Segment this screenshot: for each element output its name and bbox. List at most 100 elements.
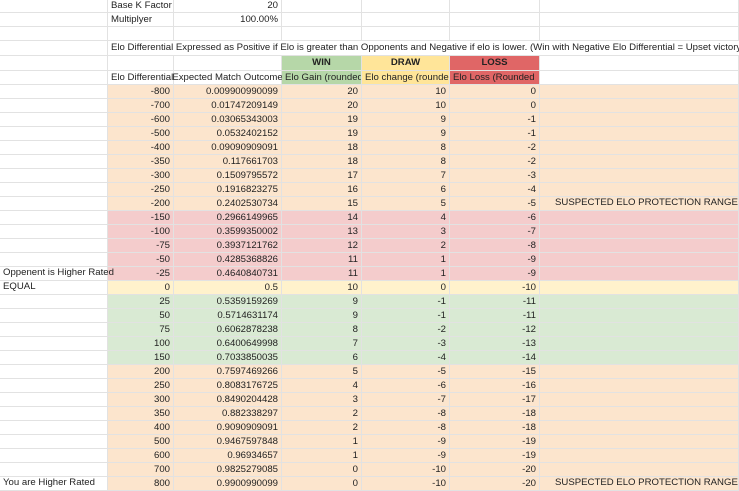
elo-gain-cell[interactable]: 1	[282, 435, 362, 449]
column-header-elo-change[interactable]: Elo change (rounded	[362, 71, 450, 85]
expected-outcome-cell[interactable]: 0.9090909091	[174, 421, 282, 435]
elo-change-cell[interactable]: -7	[362, 393, 450, 407]
elo-gain-cell[interactable]: 1	[282, 449, 362, 463]
elo-differential-cell[interactable]: 0	[108, 281, 174, 295]
cell[interactable]	[540, 309, 739, 323]
cell[interactable]	[282, 13, 362, 27]
column-header-elo-loss[interactable]: Elo Loss (Rounded	[450, 71, 540, 85]
elo-change-cell[interactable]: 8	[362, 155, 450, 169]
cell[interactable]	[540, 127, 739, 141]
cell[interactable]	[0, 183, 108, 197]
elo-gain-cell[interactable]: 18	[282, 141, 362, 155]
elo-loss-cell[interactable]: -14	[450, 351, 540, 365]
cell[interactable]	[540, 239, 739, 253]
expected-outcome-cell[interactable]: 0.9467597848	[174, 435, 282, 449]
column-header-elo-differential[interactable]: Elo Differential	[108, 71, 174, 85]
expected-outcome-cell[interactable]: 0.4640840731	[174, 267, 282, 281]
elo-gain-cell[interactable]: 12	[282, 239, 362, 253]
cell[interactable]	[540, 169, 739, 183]
elo-loss-cell[interactable]: -8	[450, 239, 540, 253]
expected-outcome-cell[interactable]: 0.2966149965	[174, 211, 282, 225]
elo-gain-cell[interactable]: 4	[282, 379, 362, 393]
column-header-expected-outcome[interactable]: Expected Match Outcome	[172, 71, 283, 85]
cell[interactable]	[0, 169, 108, 183]
elo-gain-cell[interactable]: 13	[282, 225, 362, 239]
elo-change-cell[interactable]: 6	[362, 183, 450, 197]
elo-gain-cell[interactable]: 8	[282, 323, 362, 337]
cell[interactable]	[540, 267, 739, 281]
expected-outcome-cell[interactable]: 0.9825279085	[174, 463, 282, 477]
win-header[interactable]: WIN	[282, 56, 362, 71]
elo-differential-cell[interactable]: 150	[108, 351, 174, 365]
cell[interactable]	[540, 435, 739, 449]
elo-gain-cell[interactable]: 10	[282, 281, 362, 295]
elo-change-cell[interactable]: 2	[362, 239, 450, 253]
elo-change-cell[interactable]: 7	[362, 169, 450, 183]
elo-change-cell[interactable]: -3	[362, 337, 450, 351]
elo-change-cell[interactable]: 9	[362, 127, 450, 141]
expected-outcome-cell[interactable]: 0.117661703	[174, 155, 282, 169]
cell[interactable]	[0, 435, 108, 449]
cell[interactable]	[0, 85, 108, 99]
elo-differential-cell[interactable]: 700	[108, 463, 174, 477]
cell[interactable]	[0, 281, 108, 295]
elo-change-cell[interactable]: 8	[362, 141, 450, 155]
elo-gain-cell[interactable]: 19	[282, 127, 362, 141]
elo-differential-cell[interactable]: -350	[108, 155, 174, 169]
cell[interactable]	[0, 0, 108, 13]
expected-outcome-cell[interactable]: 0.6062878238	[174, 323, 282, 337]
elo-change-cell[interactable]: 4	[362, 211, 450, 225]
cell[interactable]	[0, 421, 108, 435]
cell[interactable]	[540, 351, 739, 365]
expected-outcome-cell[interactable]: 0.03065343003	[174, 113, 282, 127]
cell[interactable]	[0, 99, 108, 113]
cell[interactable]	[0, 351, 108, 365]
elo-loss-cell[interactable]: -1	[450, 113, 540, 127]
elo-differential-cell[interactable]: 500	[108, 435, 174, 449]
elo-change-cell[interactable]: -8	[362, 421, 450, 435]
elo-differential-cell[interactable]: -700	[108, 99, 174, 113]
elo-change-cell[interactable]: -1	[362, 295, 450, 309]
elo-gain-cell[interactable]: 2	[282, 421, 362, 435]
column-header-elo-gain[interactable]: Elo Gain (rounded)	[282, 71, 362, 85]
cell[interactable]	[0, 197, 108, 211]
elo-differential-cell[interactable]: 25	[108, 295, 174, 309]
elo-differential-cell[interactable]: -300	[108, 169, 174, 183]
elo-change-cell[interactable]: 1	[362, 267, 450, 281]
cell[interactable]	[540, 225, 739, 239]
cell[interactable]	[0, 295, 108, 309]
elo-change-cell[interactable]: 10	[362, 99, 450, 113]
cell[interactable]	[540, 56, 739, 71]
cell[interactable]	[540, 99, 739, 113]
elo-gain-cell[interactable]: 2	[282, 407, 362, 421]
elo-change-cell[interactable]: -10	[362, 463, 450, 477]
elo-loss-cell[interactable]: -19	[450, 435, 540, 449]
cell[interactable]	[0, 365, 108, 379]
elo-gain-cell[interactable]: 16	[282, 183, 362, 197]
cell[interactable]	[0, 323, 108, 337]
elo-loss-cell[interactable]: 0	[450, 99, 540, 113]
elo-loss-cell[interactable]: -9	[450, 267, 540, 281]
cell[interactable]	[540, 183, 739, 197]
cell[interactable]	[0, 407, 108, 421]
elo-differential-cell[interactable]: 200	[108, 365, 174, 379]
loss-header[interactable]: LOSS	[450, 56, 540, 71]
elo-loss-cell[interactable]: -2	[450, 155, 540, 169]
elo-differential-cell[interactable]: 100	[108, 337, 174, 351]
elo-loss-cell[interactable]: -7	[450, 225, 540, 239]
elo-loss-cell[interactable]: -17	[450, 393, 540, 407]
elo-gain-cell[interactable]: 20	[282, 99, 362, 113]
cell[interactable]	[0, 477, 108, 491]
expected-outcome-cell[interactable]: 0.09090909091	[174, 141, 282, 155]
cell[interactable]	[540, 85, 739, 99]
elo-loss-cell[interactable]: -11	[450, 309, 540, 323]
cell[interactable]	[282, 27, 362, 41]
elo-change-cell[interactable]: 5	[362, 197, 450, 211]
expected-outcome-cell[interactable]: 0.5714631174	[174, 309, 282, 323]
expected-outcome-cell[interactable]: 0.8083176725	[174, 379, 282, 393]
elo-change-cell[interactable]: 9	[362, 113, 450, 127]
elo-gain-cell[interactable]: 3	[282, 393, 362, 407]
elo-loss-cell[interactable]: -19	[450, 449, 540, 463]
cell[interactable]	[540, 421, 739, 435]
cell[interactable]	[540, 211, 739, 225]
